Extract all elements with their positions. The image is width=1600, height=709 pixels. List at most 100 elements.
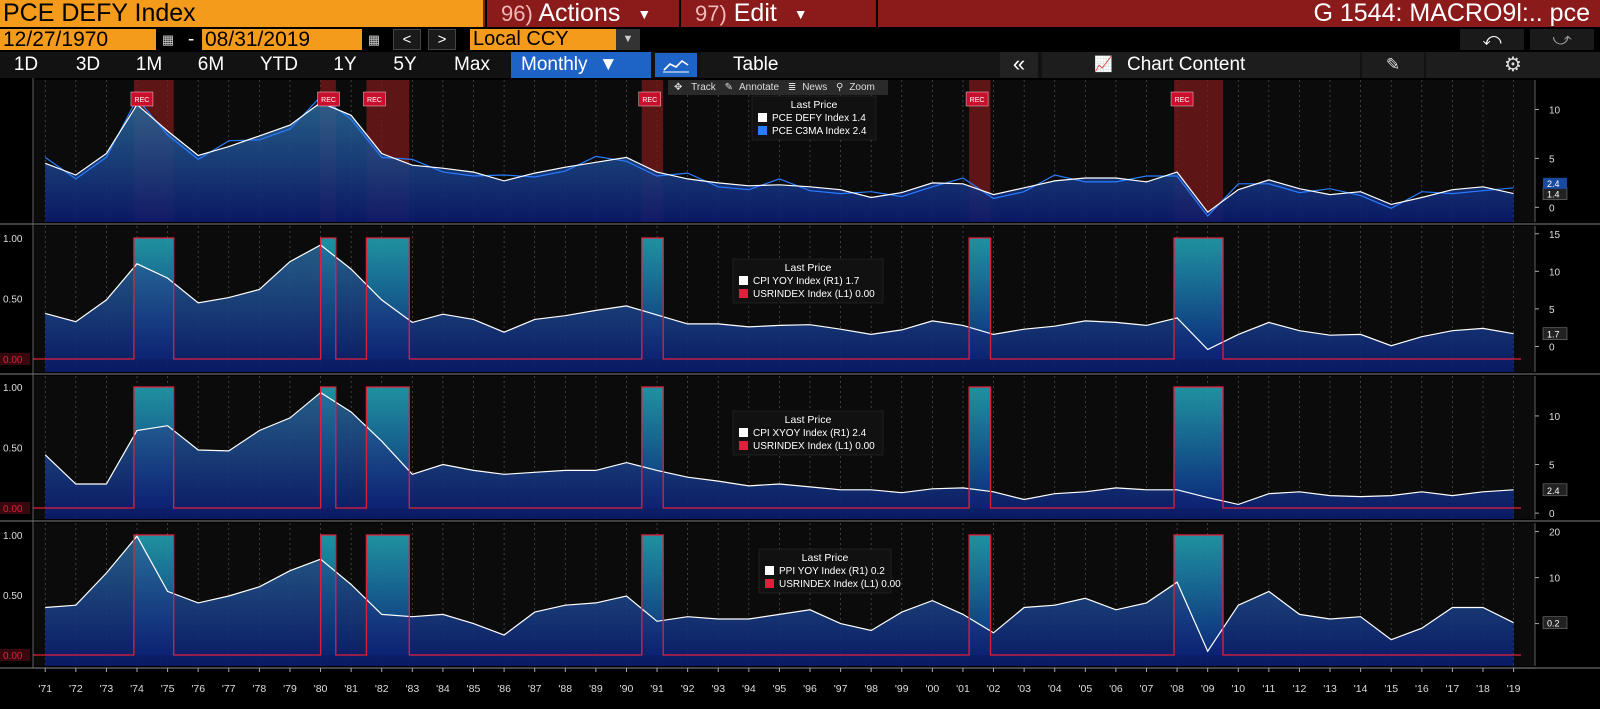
x-tick-label: '96 [803,683,817,695]
period-5y[interactable]: 5Y [380,52,430,78]
x-tick-label: '14 [1354,683,1368,695]
chart-ticker: G 1544: MACRO9l:.. pce [1313,0,1590,27]
x-tick-label: '10 [1231,683,1245,695]
period-3d[interactable]: 3D [63,52,113,78]
calendar-icon[interactable]: ▦ [365,31,383,48]
y-tick-right: 10 [1549,267,1561,278]
rec-label: REC [970,97,985,104]
chevron-down-icon[interactable]: ▼ [616,29,640,50]
table-button[interactable]: Table [700,52,1030,78]
y-tick-right: 0 [1549,509,1555,520]
next-period-button[interactable]: > [428,29,456,50]
edit-label: Edit [733,0,777,27]
annotate-icon[interactable]: ✎ [725,82,733,93]
y-tick-right: 15 [1549,230,1561,241]
legend-swatch [758,113,767,122]
x-tick-label: '93 [711,683,725,695]
caret-down-icon: ▼ [598,54,618,75]
chart-area[interactable]: REC REC REC REC REC REC10501.42.4Last PricePC… [0,78,1600,709]
x-tick-label: '01 [956,683,970,695]
x-tick-label: '89 [589,683,603,695]
x-tick-label: '91 [650,683,664,695]
gear-icon[interactable]: ⚙ [1426,52,1600,78]
x-tick-label: '90 [620,683,634,695]
period-1d[interactable]: 1D [4,52,48,78]
redo-button[interactable]: ⤻ [1530,29,1594,50]
x-tick-label: '92 [681,683,695,695]
chevron-down-icon: ▼ [637,5,652,22]
zoom-button[interactable]: Zoom [849,82,875,93]
y-tick-left: 0.50 [3,591,23,602]
zoom-icon[interactable]: ⚲ [836,82,843,93]
legend-entry: USRINDEX Index (L1) 0.00 [753,289,875,300]
panel-1: REC REC REC REC REC REC 10 5 0 1.42.4 Last Price PC… [0,80,1600,225]
y-tick-left: 1.00 [3,383,23,394]
x-tick-label: '02 [987,683,1001,695]
x-tick-label: '00 [926,683,940,695]
legend-entry: USRINDEX Index (L1) 0.00 [753,441,875,452]
line-chart-icon[interactable] [655,53,697,77]
chart-content-icon: 📈 [1094,56,1113,73]
chart-content-button[interactable]: 📈 Chart Content [1042,52,1360,78]
legend: Last Price CPI YOY Index (R1) 1.7 USRINDEX… [732,258,884,304]
legend-swatch [765,579,774,588]
x-tick-label: '85 [467,683,481,695]
annotate-button[interactable]: Annotate [739,82,779,93]
x-tick-label: '15 [1384,683,1398,695]
edit-chart-icon[interactable]: ✎ [1362,52,1424,78]
x-tick-label: '13 [1323,683,1337,695]
x-tick-label: '12 [1293,683,1307,695]
recession-marker: REC [317,91,340,107]
prev-period-button[interactable]: < [393,29,421,50]
period-6m[interactable]: 6M [186,52,236,78]
rec-label: REC [367,97,382,104]
legend-title: Last Price [785,262,832,274]
frequency-select[interactable]: Monthly ▼ [511,52,651,78]
y-tick-right: 5 [1549,154,1555,165]
date-separator: - [188,29,195,50]
actions-menu[interactable]: 96) Actions ▼ [485,0,677,27]
period-max[interactable]: Max [444,52,500,78]
security-field[interactable]: PCE DEFY Index [0,0,483,27]
x-tick-label: '98 [864,683,878,695]
y-tick-left: 1.00 [3,234,23,245]
x-tick-label: '76 [191,683,205,695]
start-date-input[interactable]: 12/27/1970 [0,29,156,50]
edit-menu[interactable]: 97) Edit ▼ [679,0,874,27]
legend-entry: CPI YOY Index (R1) 1.7 [753,276,860,287]
legend-title: Last Price [785,414,832,426]
track-button[interactable]: Track [691,82,716,93]
x-tick-label: '05 [1078,683,1092,695]
period-1y[interactable]: 1Y [320,52,370,78]
collapse-left-icon[interactable]: « [1000,52,1038,78]
last-price-value: 2.4 [1547,179,1560,189]
currency-select[interactable]: Local CCY [470,29,616,50]
legend-entry: CPI XYOY Index (R1) 2.4 [753,428,867,439]
x-tick-label: '88 [558,683,572,695]
y-tick-right: 10 [1549,574,1561,585]
x-tick-label: '71 [38,683,52,695]
legend-swatch [739,289,748,298]
x-tick-label: '78 [253,683,267,695]
x-tick-label: '08 [1170,683,1184,695]
undo-button[interactable]: ⤺ [1460,29,1524,50]
period-1m[interactable]: 1M [124,52,174,78]
x-tick-label: '97 [834,683,848,695]
last-price-value: 1.4 [1547,190,1560,200]
actions-number: 96) [501,1,533,26]
last-price-value: 1.7 [1547,330,1560,340]
y-tick-right: 0 [1549,203,1555,214]
track-icon[interactable]: ✥ [674,82,682,93]
x-tick-label: '82 [375,683,389,695]
news-button[interactable]: News [802,82,827,93]
x-tick-label: '86 [497,683,511,695]
legend: Last Price CPI XYOY Index (R1) 2.4 USRINDE… [732,410,884,456]
last-price-tag-left [0,353,30,365]
news-icon[interactable]: ≣ [788,82,796,93]
x-tick-label: '83 [405,683,419,695]
calendar-icon[interactable]: ▦ [159,31,177,48]
period-ytd[interactable]: YTD [251,52,307,78]
legend: Last Price PCE DEFY Index 1.4 PCE C3MA Ind… [751,95,877,141]
end-date-input[interactable]: 08/31/2019 [202,29,362,50]
rec-label: REC [321,97,336,104]
